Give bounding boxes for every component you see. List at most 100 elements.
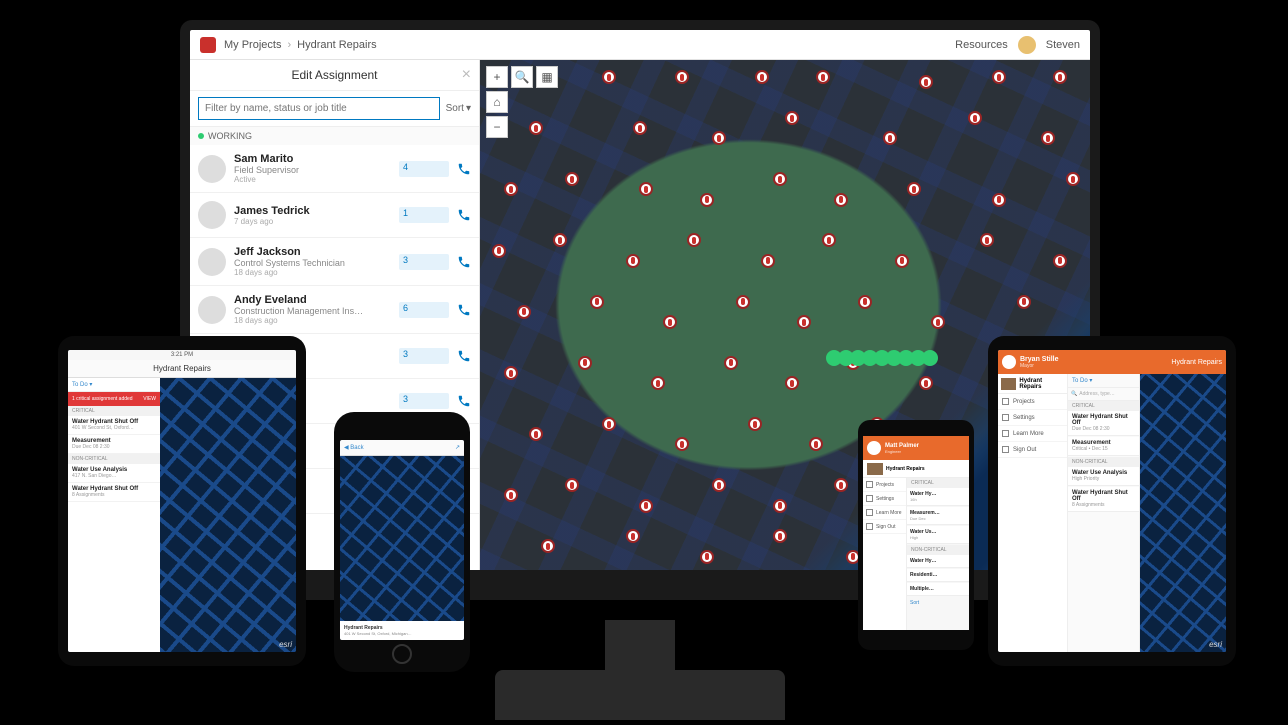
list-item[interactable]: Water Us…High (907, 526, 969, 544)
list-item[interactable]: Water Hydrant Shut Off8 Assignments (68, 483, 160, 502)
hydrant-marker-icon[interactable] (773, 172, 787, 186)
sort-dropdown[interactable]: Sort▾ (446, 103, 471, 114)
hydrant-marker-icon[interactable] (626, 529, 640, 543)
list-item[interactable]: MeasurementDue Dec 08 2:30 (68, 435, 160, 454)
map-view[interactable] (340, 456, 464, 621)
hydrant-marker-icon[interactable] (834, 193, 848, 207)
worker-row[interactable]: Sam Marito Field Supervisor Active 4 (190, 145, 479, 193)
hydrant-marker-icon[interactable] (968, 111, 982, 125)
hydrant-marker-icon[interactable] (700, 550, 714, 564)
home-button[interactable]: ⌂ (486, 91, 508, 113)
nav-item[interactable]: Learn More (998, 426, 1067, 442)
hydrant-marker-icon[interactable] (834, 478, 848, 492)
critical-alert-banner[interactable]: 1 critical assignment added VIEW (68, 392, 160, 406)
hydrant-marker-icon[interactable] (651, 376, 665, 390)
hydrant-marker-icon[interactable] (1041, 131, 1055, 145)
hydrant-marker-icon[interactable] (541, 539, 555, 553)
hydrant-marker-icon[interactable] (675, 437, 689, 451)
hydrant-marker-icon[interactable] (931, 315, 945, 329)
user-avatar-icon[interactable] (1018, 36, 1036, 54)
worker-row[interactable]: Jeff Jackson Control Systems Technician … (190, 238, 479, 286)
search-input[interactable]: 🔍 Address, type… (1068, 388, 1139, 401)
list-item[interactable]: Water Hydrant Shut Off401 W Second St, O… (68, 416, 160, 435)
todo-dropdown[interactable]: To Do ▾ (68, 378, 160, 392)
hydrant-marker-icon[interactable] (992, 70, 1006, 84)
hydrant-marker-icon[interactable] (700, 193, 714, 207)
hydrant-marker-icon[interactable] (565, 478, 579, 492)
project-header[interactable]: Hydrant Repairs (998, 374, 1067, 394)
hydrant-marker-icon[interactable] (492, 244, 506, 258)
hydrant-marker-icon[interactable] (578, 356, 592, 370)
hydrant-marker-icon[interactable] (529, 427, 543, 441)
list-item[interactable]: MeasurementCritical • Dec 15 (1068, 437, 1139, 456)
zoom-out-button[interactable]: − (486, 116, 508, 138)
sort-button[interactable]: Sort (907, 597, 969, 609)
hydrant-marker-icon[interactable] (639, 182, 653, 196)
project-header[interactable]: Hydrant Repairs (863, 460, 969, 478)
hydrant-marker-icon[interactable] (602, 417, 616, 431)
hydrant-marker-icon[interactable] (1017, 295, 1031, 309)
hydrant-marker-icon[interactable] (761, 254, 775, 268)
nav-item[interactable]: Learn More (863, 506, 906, 520)
filter-input[interactable] (198, 97, 440, 120)
hydrant-marker-icon[interactable] (895, 254, 909, 268)
nav-item[interactable]: Settings (863, 492, 906, 506)
nav-item[interactable]: Sign Out (998, 442, 1067, 458)
hydrant-marker-icon[interactable] (675, 70, 689, 84)
hydrant-marker-icon[interactable] (822, 233, 836, 247)
hydrant-marker-icon[interactable] (663, 315, 677, 329)
phone-icon[interactable] (457, 303, 471, 317)
hydrant-marker-icon[interactable] (748, 417, 762, 431)
hydrant-marker-icon[interactable] (504, 488, 518, 502)
hydrant-marker-icon[interactable] (602, 70, 616, 84)
hydrant-marker-icon[interactable] (919, 376, 933, 390)
share-icon[interactable]: ↗ (455, 444, 460, 451)
map-view[interactable] (1140, 374, 1226, 652)
username-label[interactable]: Steven (1046, 39, 1080, 51)
phone-icon[interactable] (457, 349, 471, 363)
resources-link[interactable]: Resources (955, 39, 1008, 51)
hydrant-marker-icon[interactable] (626, 254, 640, 268)
hydrant-marker-icon[interactable] (504, 182, 518, 196)
zoom-in-button[interactable]: + (486, 66, 508, 88)
back-button[interactable]: ◀︎ Back (344, 444, 364, 451)
hydrant-marker-icon[interactable] (590, 295, 604, 309)
hydrant-marker-icon[interactable] (809, 437, 823, 451)
view-button[interactable]: VIEW (143, 396, 156, 402)
hydrant-marker-icon[interactable] (755, 70, 769, 84)
hydrant-marker-icon[interactable] (504, 366, 518, 380)
map-view[interactable] (160, 378, 296, 652)
hydrant-marker-icon[interactable] (797, 315, 811, 329)
hydrant-marker-icon[interactable] (517, 305, 531, 319)
phone-icon[interactable] (457, 255, 471, 269)
list-item[interactable]: Residenti… (907, 569, 969, 582)
close-icon[interactable]: × (462, 66, 471, 84)
hydrant-marker-icon[interactable] (633, 121, 647, 135)
hydrant-marker-icon[interactable] (687, 233, 701, 247)
layers-button[interactable]: ▦ (536, 66, 558, 88)
list-item[interactable]: Water Hy… (907, 555, 969, 568)
hydrant-marker-icon[interactable] (816, 70, 830, 84)
nav-item[interactable]: Sign Out (863, 520, 906, 534)
hydrant-marker-icon[interactable] (980, 233, 994, 247)
hydrant-marker-icon[interactable] (1066, 172, 1080, 186)
nav-item[interactable]: Settings (998, 410, 1067, 426)
nav-item[interactable]: Projects (998, 394, 1067, 410)
worker-row[interactable]: Andy Eveland Construction Management Ins… (190, 286, 479, 334)
hydrant-marker-icon[interactable] (712, 478, 726, 492)
todo-dropdown[interactable]: To Do ▾ (1068, 374, 1139, 388)
phone-icon[interactable] (457, 208, 471, 222)
hydrant-marker-icon[interactable] (1053, 70, 1067, 84)
hydrant-marker-icon[interactable] (553, 233, 567, 247)
hydrant-marker-icon[interactable] (785, 111, 799, 125)
hydrant-marker-icon[interactable] (639, 499, 653, 513)
hydrant-marker-icon[interactable] (773, 529, 787, 543)
nav-item[interactable]: Projects (863, 478, 906, 492)
hydrant-marker-icon[interactable] (858, 295, 872, 309)
list-item[interactable]: Water Hy…16h (907, 488, 969, 506)
worker-row[interactable]: James Tedrick 7 days ago 1 (190, 193, 479, 238)
phone-icon[interactable] (457, 394, 471, 408)
hydrant-marker-icon[interactable] (773, 499, 787, 513)
hydrant-marker-icon[interactable] (712, 131, 726, 145)
list-item[interactable]: Water Hydrant Shut Off8 Assignments (1068, 487, 1139, 512)
